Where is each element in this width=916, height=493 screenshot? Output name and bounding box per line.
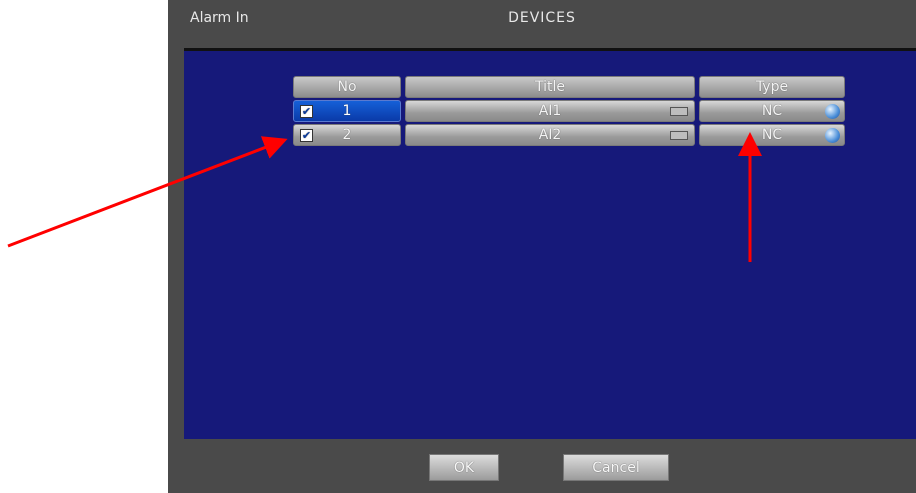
annotation-arrows xyxy=(7,132,762,262)
arrow-to-checkbox xyxy=(7,136,288,248)
